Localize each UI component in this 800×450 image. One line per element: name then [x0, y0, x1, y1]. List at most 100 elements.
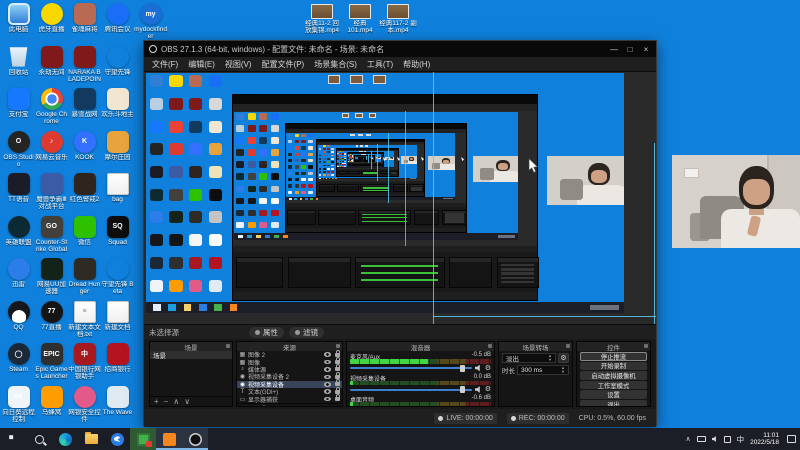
speaker-icon[interactable]	[474, 386, 480, 393]
desktop-icon-新建文档[interactable]: 新建文档	[101, 300, 134, 331]
visibility-eye-icon[interactable]	[324, 359, 331, 365]
desktop-icon-Epic Games Launcher[interactable]: EPIC Epic Games Launcher	[35, 343, 68, 380]
desktop-file[interactable]: 经典117-2 副本.mp4	[379, 4, 417, 34]
desktop-icon-网易UU加速器[interactable]: 网易UU加速器	[35, 258, 68, 295]
tray-volume-icon[interactable]	[711, 436, 716, 442]
sources-toolbar-button[interactable]: −	[251, 404, 256, 406]
desktop-icon-此电脑[interactable]: 此电脑	[2, 3, 35, 33]
desktop-icon-守望先锋[interactable]: 守望先锋	[101, 46, 134, 76]
scenes-toolbar-button[interactable]: −	[164, 397, 169, 406]
sources-toolbar-button[interactable]: ∨	[283, 404, 289, 406]
volume-slider-handle[interactable]	[459, 364, 465, 372]
desktop-file[interactable]: 经典101.mp4	[341, 4, 379, 34]
desktop-icon-Counter-Strike Global Offensive[interactable]: GOCounter-Strike Global Offensive	[35, 215, 68, 253]
close-button[interactable]: ×	[638, 45, 654, 54]
transition-settings-button[interactable]: ⚙	[558, 353, 569, 363]
webcam-window[interactable]	[672, 155, 800, 248]
desktop-icon-雀魂麻将[interactable]: 雀魂麻将	[68, 3, 101, 33]
properties-button[interactable]: 属性	[249, 326, 284, 338]
lock-icon[interactable]	[335, 394, 340, 402]
taskbar-live-helper-button[interactable]	[130, 428, 156, 450]
volume-slider-handle[interactable]	[459, 386, 465, 393]
scene-list-item[interactable]: 场景	[150, 351, 232, 360]
desktop-icon-KOOK[interactable]: K KOOK	[68, 130, 101, 161]
desktop-icon-红色警戒2[interactable]: 红色警戒2	[68, 173, 101, 203]
desktop-icon-回收站[interactable]: 回收站	[2, 46, 35, 76]
taskbar-edge-button[interactable]	[52, 428, 78, 450]
visibility-eye-icon[interactable]	[324, 389, 331, 394]
sources-toolbar-button[interactable]: ⚙	[260, 404, 267, 406]
menu-编辑(E)[interactable]: 编辑(E)	[188, 59, 215, 70]
control-button-停止推流[interactable]: 停止推流	[580, 352, 647, 361]
taskbar-thunder-button[interactable]	[104, 428, 130, 450]
desktop-icon-微信[interactable]: 微信	[68, 215, 101, 246]
control-button-启动虚拟摄像机[interactable]: 启动虚拟摄像机	[580, 371, 647, 380]
desktop-icon-中国银行网银助手[interactable]: 中中国银行网银助手	[68, 343, 101, 380]
volume-slider[interactable]	[350, 364, 472, 372]
duration-input[interactable]: 300 ms ▲ ▼	[517, 365, 569, 375]
volume-slider[interactable]	[350, 386, 472, 393]
desktop-icon-网银安全控件[interactable]: 网银安全控件	[68, 385, 101, 423]
desktop-icon-摩尔庄园[interactable]: 摩尔庄园	[101, 130, 134, 161]
desktop-icon-Dread Hunger[interactable]: Dread Hunger	[68, 258, 101, 295]
desktop-icon-NARAKA BLADEPOINT[interactable]: NARAKA BLADEPOINT	[68, 45, 101, 83]
scenes-toolbar-button[interactable]: +	[154, 397, 159, 406]
display-capture-preview[interactable]	[146, 73, 624, 314]
desktop-icon-支付宝[interactable]: 支付宝	[2, 88, 35, 118]
desktop-icon-Squad[interactable]: SQ Squad	[101, 215, 134, 246]
notification-center-icon[interactable]	[787, 435, 796, 443]
taskbar-clock[interactable]: 11:01 2022/5/18	[750, 432, 779, 447]
tray-chevron-up-icon[interactable]: ∧	[685, 435, 690, 443]
desktop-icon-The Wave[interactable]: The Wave	[101, 385, 134, 416]
visibility-eye-icon[interactable]	[324, 352, 331, 357]
obs-preview-canvas[interactable]	[144, 71, 656, 325]
taskbar-music-app-button[interactable]	[156, 428, 182, 450]
desktop-icon-暴雪战网[interactable]: 暴雪战网	[68, 88, 101, 118]
source-row-显示器捕获[interactable]: ▭ 显示器捕获	[237, 394, 342, 404]
desktop-icon-向日葵远程控制[interactable]: oo 向日葵远程控制	[2, 385, 35, 423]
spinner-icon[interactable]: ▲ ▼	[561, 366, 565, 374]
desktop-icon-TT语音[interactable]: TT语音	[2, 173, 35, 203]
lock-icon[interactable]	[335, 357, 340, 365]
control-button-退出[interactable]: 退出	[580, 399, 647, 406]
obs-titlebar[interactable]: OBS 27.1.3 (64-bit, windows) - 配置文件: 未命名…	[144, 41, 656, 57]
lock-icon[interactable]	[335, 371, 340, 379]
taskbar-search-button[interactable]	[26, 428, 52, 450]
desktop-icon-Steam[interactable]: ◯ Steam	[2, 343, 35, 373]
scenes-toolbar-button[interactable]: ∨	[184, 397, 190, 406]
menu-工具(T)[interactable]: 工具(T)	[367, 59, 393, 70]
lock-icon[interactable]	[335, 379, 340, 387]
control-button-设置[interactable]: 设置	[580, 390, 647, 399]
visibility-eye-icon[interactable]	[324, 374, 331, 380]
desktop-icon-英雄联盟[interactable]: 英雄联盟	[2, 215, 35, 246]
filters-button[interactable]: 滤镜	[289, 326, 324, 338]
desktop-icon-守望先锋 Beta[interactable]: 守望先锋 Beta	[101, 258, 134, 295]
desktop-icon-欢乐斗地主[interactable]: 欢乐斗地主	[101, 88, 134, 118]
desktop-icon-Google Chrome[interactable]: Google Chrome	[35, 88, 68, 125]
desktop-icon-招商银行[interactable]: 招商银行	[101, 343, 134, 373]
visibility-eye-icon[interactable]	[324, 367, 331, 372]
menu-文件(F)[interactable]: 文件(F)	[152, 59, 178, 70]
taskbar-file-explorer-button[interactable]	[78, 428, 104, 450]
lock-icon[interactable]	[335, 349, 340, 357]
lock-icon[interactable]	[335, 364, 340, 372]
scenes-toolbar-button[interactable]: ∧	[173, 397, 179, 406]
minimize-button[interactable]: —	[606, 45, 622, 54]
maximize-button[interactable]: □	[622, 45, 638, 54]
desktop-icon-迅雷[interactable]: 迅雷	[2, 258, 35, 288]
desktop-icon-bag[interactable]: bag	[101, 173, 134, 203]
desktop-icon-新建文本文档.txt[interactable]: ≡ 新建文本文档.txt	[68, 300, 101, 338]
desktop-icon-77直播[interactable]: 77 77直播	[35, 300, 68, 331]
desktop-icon-OBS Studio[interactable]: O OBS Studio	[2, 130, 35, 168]
lock-icon[interactable]	[335, 386, 340, 394]
menu-视图(V)[interactable]: 视图(V)	[225, 59, 252, 70]
speaker-icon[interactable]	[474, 364, 480, 372]
desktop-icon-马蜂窝[interactable]: 马蜂窝	[35, 385, 68, 416]
visibility-eye-icon[interactable]	[324, 382, 331, 387]
desktop-icon-永劫无间[interactable]: 永劫无间	[35, 45, 68, 76]
tray-display-icon[interactable]	[696, 436, 706, 442]
transition-select[interactable]: 淡出 ▲ ▼	[502, 353, 556, 363]
desktop-icon-虎牙直播[interactable]: 虎牙直播	[35, 3, 68, 33]
desktop-icon-腾讯会议[interactable]: 腾讯会议	[101, 3, 134, 33]
control-button-开始录制[interactable]: 开始录制	[580, 361, 647, 370]
